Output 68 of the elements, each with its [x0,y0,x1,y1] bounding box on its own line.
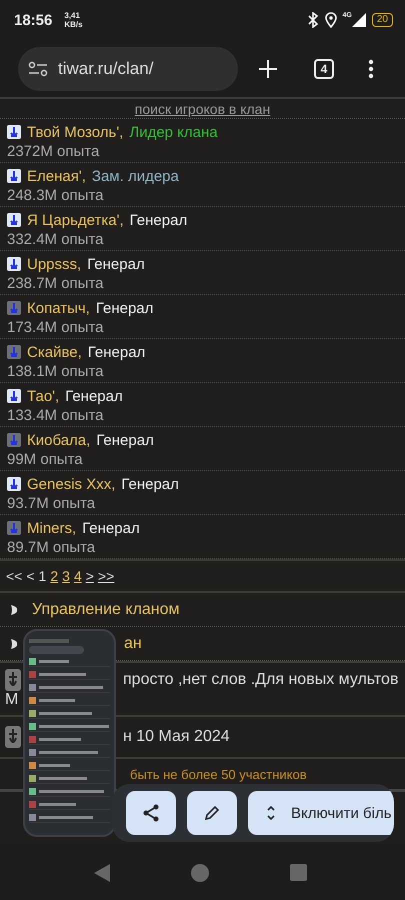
share-icon [143,804,159,822]
page-label: < [26,568,35,584]
member-experience: 133.4M опыта [7,406,104,425]
screenshot-preview-drawing[interactable] [23,629,116,837]
member-role: Генерал [130,212,188,228]
menu-icon[interactable] [368,58,374,78]
page-link[interactable]: > [86,568,94,584]
member-experience: 93.7M опыта [7,494,96,513]
new-tab-icon[interactable] [258,58,278,78]
back-icon[interactable] [94,864,110,882]
member-experience: 173.4M опыта [7,318,104,337]
member-role: Генерал [96,432,154,448]
clock: 18:56 [14,12,52,28]
member-name[interactable]: Uppsss, [27,256,82,272]
member-role: Генерал [82,520,140,536]
post-text: М [5,691,20,709]
page-label: 1 [38,568,46,584]
notice-text: быть не более 50 участников [130,766,307,782]
search-players-link[interactable]: поиск игроков в клан [134,101,270,118]
member-name[interactable]: Genesis Xxx, [27,476,116,492]
member-name[interactable]: Еленая', [27,168,86,184]
share-button[interactable] [126,791,176,835]
member-name[interactable]: Miners, [27,520,76,536]
location-icon [324,12,337,28]
page-link[interactable]: 2 [50,568,58,584]
pencil-icon [204,805,220,821]
member-experience: 2372M опыта [7,142,100,161]
member-name[interactable]: Киобала, [27,432,90,448]
menu-link[interactable]: Управление кланом [32,600,180,618]
member-name[interactable]: Твой Мозоль', [27,124,124,140]
bullet-icon [10,604,18,616]
bullet-icon [10,638,18,650]
member-experience: 238.7M опыта [7,274,104,293]
signal-icon [352,13,366,27]
speed-unit: KB/s [64,20,83,29]
member-experience: 332.4M опыта [7,230,104,249]
member-role: Лидер клана [129,124,218,140]
bluetooth-icon [306,12,319,28]
member-experience: 248.3M опыта [7,186,104,205]
member-experience: 99M опыта [7,450,84,469]
member-experience: 138.1M опыта [7,362,104,381]
menu-link[interactable]: ан [124,634,142,652]
post-text: просто ,нет слов .Для новых мультов [123,671,398,689]
expand-icon [266,804,276,822]
member-experience: 89.7M опыта [7,538,96,557]
page-link[interactable]: 4 [74,568,82,584]
home-icon[interactable] [191,864,209,882]
member-role: Генерал [121,476,179,492]
member-role: Генерал [65,388,123,404]
battery-icon: 20 [372,13,393,27]
member-role: Генерал [87,256,145,272]
member-role: Генерал [96,300,154,316]
member-role: Генерал [88,344,146,360]
page-link[interactable]: 3 [62,568,70,584]
address-bar[interactable]: tiwar.ru/clan/ [18,46,238,90]
date-text: н 10 Мая 2024 [123,728,230,746]
member-name[interactable]: Скайве, [27,344,82,360]
member-name[interactable]: Тао', [27,388,60,404]
speed-value: 3,41 [64,11,81,20]
member-name[interactable]: Копатыч, [27,300,90,316]
member-name[interactable]: Я Царьдетка', [27,212,124,228]
tab-count-button[interactable]: 4 [314,58,334,78]
edit-button[interactable] [187,791,237,835]
page-label: << [6,568,22,584]
member-role: Зам. лидера [92,168,179,184]
site-settings-icon[interactable] [28,60,48,76]
page-link[interactable]: >> [98,568,114,584]
expand-capture-button[interactable]: Включити біль [248,791,394,835]
